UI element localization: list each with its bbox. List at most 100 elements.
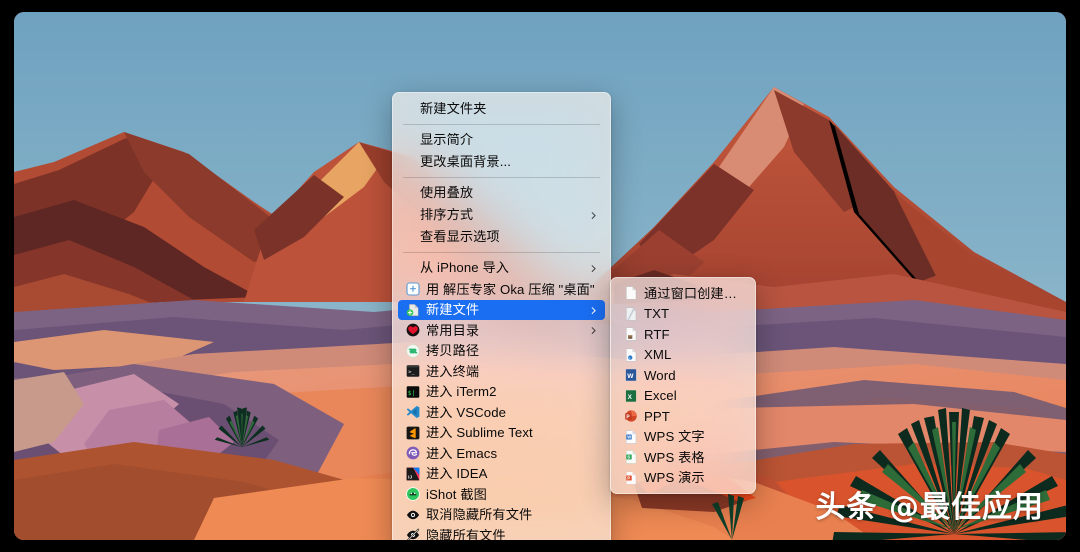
menu-item[interactable]: TXT	[616, 304, 750, 325]
rtf-doc-icon	[624, 327, 638, 341]
menu-item[interactable]: >_ 进入终端	[398, 361, 605, 382]
menu-item[interactable]: 新建文件夹	[398, 98, 605, 120]
menu-item-label: TXT	[644, 307, 670, 321]
menu-item-label: RTF	[644, 327, 670, 341]
menu-item-label: 新建文件	[426, 303, 480, 317]
powerpoint-icon: P	[624, 409, 638, 423]
menu-item-label: WPS 文字	[644, 430, 705, 444]
menu-item[interactable]: IJ 进入 IDEA	[398, 464, 605, 485]
svg-text:S: S	[627, 455, 630, 460]
wps-writer-icon: W	[624, 430, 638, 444]
menu-item-label: 进入 IDEA	[426, 467, 488, 481]
iterm2-icon: $|	[406, 385, 420, 399]
menu-item-label: 进入 iTerm2	[426, 385, 497, 399]
menu-item-label: 新建文件夹	[420, 102, 487, 116]
menu-item[interactable]: S WPS 表格	[616, 447, 750, 468]
menu-item-label: 常用目录	[426, 323, 480, 337]
menu-item-label: iShot 截图	[426, 487, 487, 501]
wps-presentation-icon: P	[624, 471, 638, 485]
menu-item-label: 更改桌面背景...	[420, 155, 512, 169]
menu-item[interactable]: 通过窗口创建新文件	[616, 283, 750, 304]
menu-item[interactable]: 排序方式	[398, 204, 605, 226]
menu-item[interactable]: 使用叠放	[398, 182, 605, 204]
menu-item[interactable]: 查看显示选项	[398, 226, 605, 248]
new-file-submenu[interactable]: 通过窗口创建新文件 TXT RTF x XML W Word X Excel P PPT W WP…	[610, 277, 756, 494]
excel-icon: X	[624, 389, 638, 403]
menu-separator	[403, 252, 600, 253]
menu-item[interactable]: iShot 截图	[398, 484, 605, 505]
menu-item[interactable]: 进入 Sublime Text	[398, 423, 605, 444]
menu-item[interactable]: 用 解压专家 Oka 压缩 "桌面"	[398, 279, 605, 300]
menu-item-label: Excel	[644, 389, 677, 403]
menu-item-label: WPS 演示	[644, 471, 705, 485]
chevron-right-icon	[588, 211, 595, 219]
ishot-icon	[406, 487, 420, 502]
chevron-right-icon	[588, 264, 595, 272]
svg-text:>_: >_	[408, 370, 415, 376]
menu-item-label: 拷贝路径	[426, 344, 480, 358]
menu-item-label: 用 解压专家 Oka 压缩 "桌面"	[426, 282, 595, 296]
menu-item[interactable]: 隐藏所有文件	[398, 525, 605, 540]
menu-item-label: 通过窗口创建新文件	[644, 286, 740, 300]
menu-item[interactable]: 从 iPhone 导入	[398, 257, 605, 279]
screen: 新建文件夹显示简介更改桌面背景... 使用叠放排序方式查看显示选项从 iPhone…	[0, 0, 1080, 552]
menu-item-label: 排序方式	[420, 208, 474, 222]
menu-separator	[403, 124, 600, 125]
svg-text:X: X	[628, 394, 633, 401]
desktop[interactable]: 新建文件夹显示简介更改桌面背景... 使用叠放排序方式查看显示选项从 iPhone…	[14, 12, 1066, 540]
menu-item-label: 取消隐藏所有文件	[426, 508, 533, 522]
menu-item-label: 进入 VSCode	[426, 405, 507, 419]
menu-separator	[403, 177, 600, 178]
svg-text:$|: $|	[408, 390, 416, 397]
oka-archive-icon	[406, 282, 420, 296]
svg-text:P: P	[627, 475, 630, 480]
watermark-text: 头条 @最佳应用	[815, 490, 1044, 525]
menu-item[interactable]: 新建文件	[398, 299, 605, 320]
menu-item-label: 进入 Emacs	[426, 446, 498, 460]
menu-item[interactable]: W Word	[616, 365, 750, 386]
chevron-right-icon	[588, 327, 595, 334]
menu-item-label: 从 iPhone 导入	[420, 261, 510, 275]
word-icon: W	[624, 368, 638, 382]
menu-item-label: PPT	[644, 409, 670, 423]
txt-doc-icon	[624, 307, 638, 321]
menu-item[interactable]: 拷贝路径	[398, 341, 605, 362]
menu-item[interactable]: $| 进入 iTerm2	[398, 382, 605, 403]
menu-item[interactable]: 常用目录	[398, 320, 605, 341]
blank-doc-icon	[624, 286, 638, 300]
terminal-icon: >_	[406, 364, 420, 378]
menu-item[interactable]: 显示简介	[398, 129, 605, 151]
menu-item[interactable]: RTF	[616, 324, 750, 345]
desktop-context-menu[interactable]: 新建文件夹显示简介更改桌面背景... 使用叠放排序方式查看显示选项从 iPhone…	[392, 92, 611, 540]
menu-item[interactable]: 进入 Emacs	[398, 443, 605, 464]
svg-text:W: W	[627, 373, 634, 380]
menu-item-label: XML	[644, 348, 672, 362]
vscode-icon	[406, 405, 420, 419]
menu-item-label: 使用叠放	[420, 186, 474, 200]
menu-item-label: 隐藏所有文件	[426, 528, 506, 540]
svg-text:W: W	[627, 434, 631, 439]
menu-item[interactable]: 取消隐藏所有文件	[398, 505, 605, 526]
menu-item[interactable]: P WPS 演示	[616, 468, 750, 489]
new-file-icon	[406, 303, 420, 317]
sublime-icon	[406, 426, 420, 440]
emacs-icon	[406, 446, 420, 460]
menu-item[interactable]: P PPT	[616, 406, 750, 427]
menu-item-label: 进入终端	[426, 364, 480, 378]
menu-item-label: 显示简介	[420, 133, 474, 147]
xml-doc-icon: x	[624, 348, 638, 362]
menu-item[interactable]: 更改桌面背景...	[398, 151, 605, 173]
svg-text:IJ: IJ	[408, 474, 412, 479]
menu-item[interactable]: X Excel	[616, 386, 750, 407]
heart-icon	[406, 323, 420, 337]
menu-item-label: WPS 表格	[644, 450, 705, 464]
menu-item[interactable]: W WPS 文字	[616, 427, 750, 448]
menu-item[interactable]: 进入 VSCode	[398, 402, 605, 423]
menu-item-label: 查看显示选项	[420, 230, 500, 244]
menu-item[interactable]: x XML	[616, 345, 750, 366]
eye-slash-icon	[406, 528, 420, 540]
idea-icon: IJ	[406, 467, 420, 481]
svg-text:P: P	[626, 415, 630, 421]
copy-path-icon	[406, 344, 420, 358]
menu-item-label: 进入 Sublime Text	[426, 426, 533, 440]
